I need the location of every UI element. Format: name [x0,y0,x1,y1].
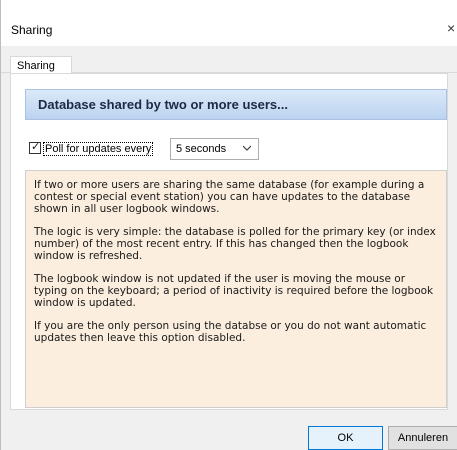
tab-sharing[interactable]: Sharing [10,56,72,74]
ok-button[interactable]: OK [308,426,383,450]
cancel-button[interactable]: Annuleren [388,426,457,450]
section-header-title: Database shared by two or more users... [38,97,288,112]
info-text-box: If two or more users are sharing the sam… [25,170,447,408]
poll-checkbox[interactable]: ✓ [29,141,41,154]
info-paragraph: If you are the only person using the dat… [34,320,427,344]
chevron-down-icon [243,145,251,151]
section-header: Database shared by two or more users... [25,89,447,120]
window-title: Sharing [11,23,53,37]
interval-select-value: 5 seconds [176,143,227,155]
title-bar: Sharing × [1,0,457,46]
close-icon[interactable]: × [447,21,455,35]
check-icon: ✓ [31,141,41,153]
sharing-dialog: Sharing × Sharing Database shared by two… [0,0,457,450]
info-paragraph: The logic is very simple: the database i… [34,226,436,262]
info-paragraph: The logbook window is not updated if the… [34,273,434,309]
interval-select[interactable]: 5 seconds [170,138,259,160]
poll-checkbox-label[interactable]: Poll for updates every [43,142,154,156]
info-paragraph: If two or more users are sharing the sam… [34,179,425,215]
